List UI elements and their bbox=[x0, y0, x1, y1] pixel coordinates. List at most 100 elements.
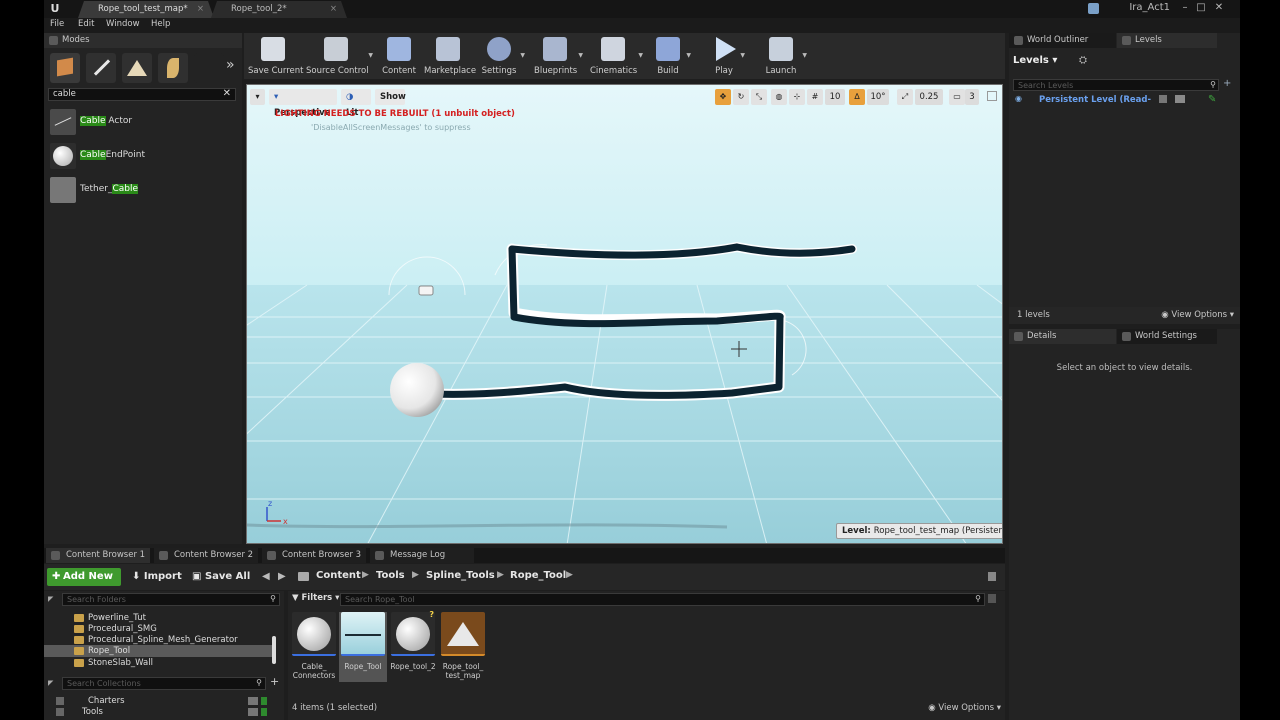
breadcrumb-content[interactable]: Content bbox=[316, 570, 361, 581]
show-button[interactable]: Show bbox=[375, 89, 406, 105]
view-options-button[interactable]: ◉ View Options ▾ bbox=[928, 703, 1001, 713]
play-button[interactable]: Play ▼ bbox=[710, 33, 745, 79]
checkbox[interactable] bbox=[56, 708, 64, 716]
view-options-button[interactable]: ◉ View Options ▾ bbox=[1161, 310, 1234, 320]
viewport-scene[interactable]: z x bbox=[247, 85, 1003, 544]
dropdown-arrow-icon[interactable]: ▼ bbox=[802, 52, 807, 59]
menu-file[interactable]: File bbox=[50, 19, 64, 29]
settings-button[interactable]: Settings ▼ bbox=[480, 33, 525, 79]
perspective-button[interactable]: ▾ Perspective bbox=[269, 89, 337, 118]
dropdown-arrow-icon[interactable]: ▼ bbox=[740, 52, 745, 59]
build-button[interactable]: Build ▼ bbox=[652, 33, 691, 79]
menu-edit[interactable]: Edit bbox=[78, 19, 94, 29]
tab-rope-tool-test-map[interactable]: Rope_tool_test_map* × bbox=[78, 1, 214, 18]
grid-snap-icon[interactable]: # bbox=[807, 89, 823, 105]
dropdown-arrow-icon[interactable]: ▼ bbox=[520, 52, 525, 59]
add-new-button[interactable]: ✚ Add New ▾ bbox=[47, 568, 121, 600]
asset-cable-connectors[interactable]: Cable_ Connectors bbox=[290, 612, 338, 682]
filters-button[interactable]: ▼ Filters ▾ bbox=[292, 593, 339, 603]
place-mode-button[interactable] bbox=[50, 53, 80, 83]
source-control-status-icon[interactable] bbox=[1088, 3, 1099, 14]
save-all-button[interactable]: ▣ Save All bbox=[192, 568, 250, 586]
blueprints-button[interactable]: Blueprints ▼ bbox=[534, 33, 583, 79]
tab-details[interactable]: Details bbox=[1009, 329, 1116, 344]
search-assets-input[interactable]: Search Rope_Tool ⚲ bbox=[340, 593, 985, 606]
geometry-mode-button[interactable] bbox=[194, 53, 224, 83]
source-control-button[interactable]: Source Control ▼ bbox=[306, 33, 373, 79]
save-search-icon[interactable] bbox=[988, 594, 996, 603]
dropdown-arrow-icon[interactable]: ▼ bbox=[638, 52, 643, 59]
import-button[interactable]: ⬇ Import bbox=[132, 568, 182, 586]
landscape-mode-button[interactable] bbox=[122, 53, 152, 83]
breadcrumb-rope-tool[interactable]: Rope_Tool bbox=[510, 570, 566, 581]
rotate-mode-icon[interactable]: ↻ bbox=[733, 89, 749, 105]
tab-content-browser-1[interactable]: Content Browser 1 bbox=[46, 548, 150, 563]
list-item-cable-endpoint[interactable]: CableEndPoint bbox=[50, 143, 240, 169]
eye-icon[interactable]: ◉ bbox=[1015, 94, 1022, 103]
lock-icon[interactable] bbox=[1159, 95, 1167, 103]
scale-mode-icon[interactable]: ⤡ bbox=[751, 89, 767, 105]
dropdown-arrow-icon[interactable]: ▼ bbox=[686, 52, 691, 59]
close-window-icon[interactable]: ✕ bbox=[1212, 1, 1226, 15]
minimize-icon[interactable]: – bbox=[1178, 1, 1192, 15]
close-tab-icon[interactable]: × bbox=[197, 1, 204, 17]
folders-scrollbar[interactable] bbox=[272, 636, 276, 664]
marketplace-button[interactable]: Marketplace bbox=[424, 33, 476, 79]
scale-snap-icon[interactable]: ⤢ bbox=[897, 89, 913, 105]
world-local-icon[interactable]: ◍ bbox=[771, 89, 787, 105]
paint-mode-button[interactable] bbox=[86, 53, 116, 83]
save-level-icon[interactable] bbox=[1175, 95, 1185, 103]
tab-modes[interactable]: Modes bbox=[44, 33, 242, 48]
level-tools-icon[interactable]: ⛭ bbox=[1079, 55, 1087, 66]
color-pencil-icon[interactable]: ✎ bbox=[1208, 94, 1216, 105]
close-tab-icon[interactable]: × bbox=[330, 1, 337, 17]
persistent-level-row[interactable]: ◉ Persistent Level (Read- ✎ bbox=[1009, 94, 1240, 107]
checkbox[interactable] bbox=[56, 697, 64, 705]
maximize-icon[interactable]: □ bbox=[1194, 1, 1208, 15]
scale-snap-value[interactable]: 0.25 bbox=[915, 89, 943, 105]
translate-mode-icon[interactable]: ✥ bbox=[715, 89, 731, 105]
dropdown-arrow-icon[interactable]: ▼ bbox=[578, 52, 583, 59]
breadcrumb-spline-tools[interactable]: Spline_Tools bbox=[426, 570, 495, 581]
maximize-viewport-icon[interactable] bbox=[987, 91, 997, 101]
levels-dropdown[interactable]: Levels ▾ bbox=[1013, 55, 1057, 66]
back-arrow-icon[interactable]: ◀ bbox=[262, 568, 270, 586]
asset-rope-tool-2[interactable]: ? Rope_tool_2 bbox=[389, 610, 437, 682]
tab-content-browser-2[interactable]: Content Browser 2 bbox=[154, 548, 258, 563]
breadcrumb-separator-icon[interactable]: ▶ bbox=[497, 570, 504, 580]
tab-levels[interactable]: Levels bbox=[1117, 33, 1217, 48]
lit-button[interactable]: ◑ Lit bbox=[341, 89, 371, 118]
tab-message-log[interactable]: Message Log bbox=[370, 548, 474, 563]
content-button[interactable]: Content bbox=[378, 33, 420, 79]
asset-rope-tool-test-map[interactable]: Rope_tool_ test_map bbox=[439, 612, 487, 682]
rotation-snap-value[interactable]: 10° bbox=[867, 89, 889, 105]
launch-button[interactable]: Launch ▼ bbox=[762, 33, 807, 79]
collapse-icon[interactable]: ◤ bbox=[48, 595, 53, 603]
grid-snap-value[interactable]: 10 bbox=[825, 89, 845, 105]
camera-speed-icon[interactable]: ▭ bbox=[949, 89, 965, 105]
folder-rope-tool[interactable]: Rope_Tool bbox=[44, 645, 274, 657]
collapse-icon[interactable]: ◤ bbox=[48, 679, 53, 687]
collection-tools[interactable]: Tools bbox=[44, 706, 274, 718]
list-item-tether-cable[interactable]: Tether_Cable bbox=[50, 177, 240, 203]
breadcrumb-tools[interactable]: Tools bbox=[376, 570, 405, 581]
menu-window[interactable]: Window bbox=[106, 19, 140, 29]
search-collections-input[interactable]: Search Collections ⚲ bbox=[62, 677, 266, 690]
breadcrumb-separator-icon[interactable]: ▶ bbox=[566, 570, 573, 580]
clear-search-icon[interactable]: ✕ bbox=[223, 88, 231, 99]
tab-content-browser-3[interactable]: Content Browser 3 bbox=[262, 548, 366, 563]
search-levels-input[interactable]: Search Levels ⚲ bbox=[1013, 79, 1219, 91]
camera-speed-value[interactable]: 3 bbox=[965, 89, 979, 105]
menu-help[interactable]: Help bbox=[151, 19, 170, 29]
breadcrumb-separator-icon[interactable]: ▶ bbox=[362, 570, 369, 580]
list-item-cable-actor[interactable]: Cable Actor bbox=[50, 109, 240, 135]
add-level-icon[interactable]: + bbox=[1223, 78, 1231, 89]
folder-stoneslab-wall[interactable]: StoneSlab_Wall bbox=[44, 657, 274, 669]
add-collection-icon[interactable]: + bbox=[270, 675, 279, 688]
modes-search-input[interactable]: cable ✕ bbox=[48, 88, 236, 101]
asset-rope-tool[interactable]: Rope_Tool bbox=[339, 612, 387, 682]
tab-world-outliner[interactable]: World Outliner bbox=[1009, 33, 1116, 48]
more-modes-icon[interactable]: » bbox=[226, 57, 235, 73]
foliage-mode-button[interactable] bbox=[158, 53, 188, 83]
save-current-button[interactable]: Save Current bbox=[248, 33, 304, 79]
